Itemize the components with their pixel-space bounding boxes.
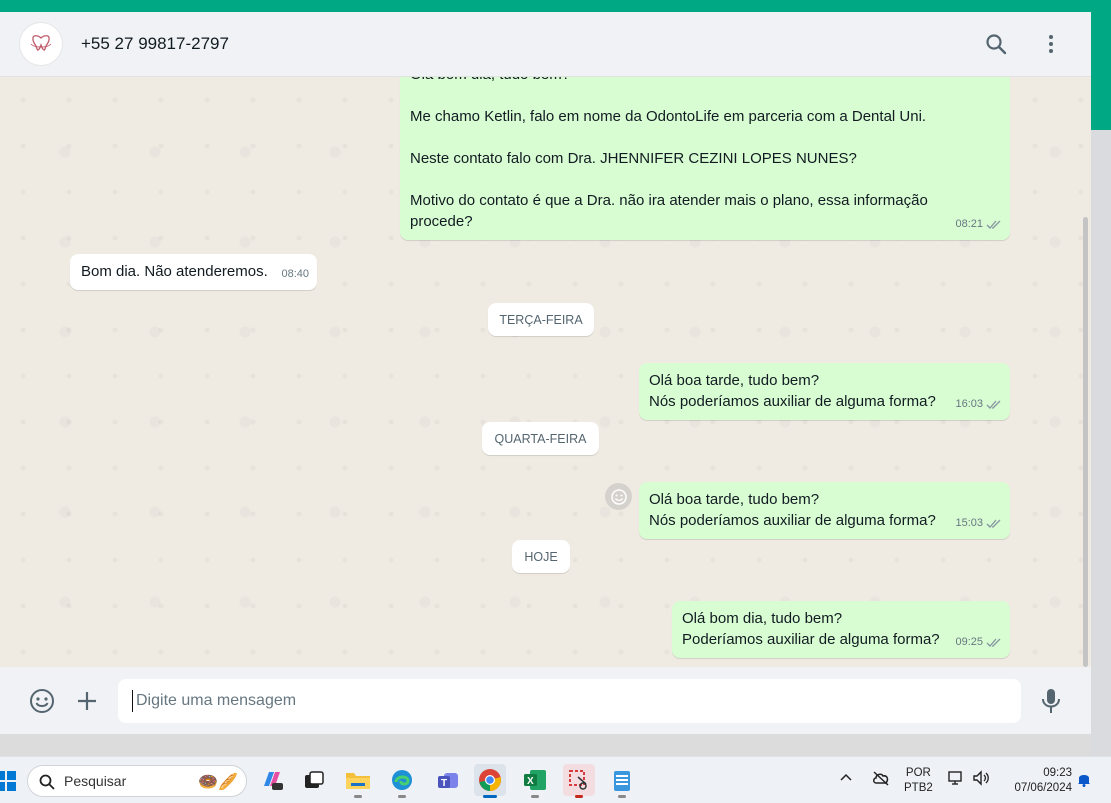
search-icon[interactable] <box>984 32 1008 56</box>
message-text: Nós poderíamos auxiliar de alguma forma? <box>649 393 936 410</box>
taskbar-search-label: Pesquisar <box>64 773 127 789</box>
message-text: procede? <box>410 213 473 230</box>
whatsapp-window: +55 27 99817-2797 Olá bom dia, tudo bem?… <box>0 12 1091 734</box>
chat-header: +55 27 99817-2797 <box>0 12 1091 77</box>
svg-text:T: T <box>441 778 447 789</box>
message-time: 08:21 <box>955 218 983 230</box>
message-meta: 08:21 <box>955 214 1002 235</box>
double-check-icon <box>986 220 1001 229</box>
message-meta: 08:40 <box>281 264 309 285</box>
date-divider: QUARTA-FEIRA <box>482 422 599 455</box>
message-text: Neste contato falo com Dra. JHENNIFER CE… <box>410 150 857 167</box>
message-input[interactable]: Digite uma mensagem <box>118 679 1021 723</box>
avatar[interactable] <box>19 22 63 66</box>
running-indicator <box>531 795 539 798</box>
copilot-icon[interactable] <box>256 764 288 796</box>
clock-date: 07/06/2024 <box>1014 782 1072 794</box>
file-explorer-icon[interactable] <box>342 764 374 798</box>
composer: Digite uma mensagem <box>0 667 1091 734</box>
double-check-icon <box>986 638 1001 647</box>
message-text: Olá bom dia, tudo bem? <box>410 77 570 85</box>
attach-icon[interactable] <box>73 687 101 715</box>
chevron-up-icon[interactable] <box>840 771 852 786</box>
message-outgoing[interactable]: Olá boa tarde, tudo bem? Nós poderíamos … <box>639 363 1010 420</box>
message-list[interactable]: Olá bom dia, tudo bem? Me chamo Ketlin, … <box>0 77 1091 667</box>
message-meta: 15:03 <box>955 513 1002 534</box>
message-text: Nós poderíamos auxiliar de alguma forma? <box>649 512 936 529</box>
message-time: 16:03 <box>955 398 983 410</box>
text-caret <box>132 690 133 712</box>
bell-icon[interactable] <box>1077 771 1091 792</box>
search-icon <box>39 774 55 790</box>
message-time: 08:40 <box>281 268 309 280</box>
chat-scrollbar[interactable] <box>1083 217 1088 667</box>
language-code: POR <box>905 767 931 779</box>
emoji-icon[interactable] <box>28 687 56 715</box>
message-text: Motivo do contato é que a Dra. não ira a… <box>410 192 928 209</box>
date-divider: TERÇA-FEIRA <box>488 303 594 336</box>
keyboard-layout: PTB2 <box>904 782 933 794</box>
notepad-icon[interactable] <box>606 764 638 798</box>
message-time: 09:25 <box>955 636 983 648</box>
message-outgoing[interactable]: Olá bom dia, tudo bem? Me chamo Ketlin, … <box>400 77 1010 240</box>
contact-name[interactable]: +55 27 99817-2797 <box>81 34 229 54</box>
double-check-icon <box>986 400 1001 409</box>
window-side-gutter <box>1091 130 1111 756</box>
message-outgoing[interactable]: Olá bom dia, tudo bem? Poderíamos auxili… <box>672 601 1010 658</box>
message-outgoing[interactable]: Olá boa tarde, tudo bem? Nós poderíamos … <box>639 482 1010 539</box>
double-check-icon <box>986 519 1001 528</box>
volume-icon[interactable] <box>972 770 990 791</box>
chrome-icon[interactable] <box>474 764 506 798</box>
running-indicator <box>575 795 583 798</box>
network-icon[interactable] <box>948 770 966 791</box>
message-time: 15:03 <box>955 517 983 529</box>
excel-icon[interactable]: X <box>519 764 551 798</box>
windows-icon[interactable] <box>0 765 22 797</box>
message-meta: 09:25 <box>955 632 1002 653</box>
taskbar-search[interactable]: Pesquisar 🍩🥖 <box>27 765 247 797</box>
message-incoming[interactable]: Bom dia. Não atenderemos. 08:40 <box>70 254 317 290</box>
running-indicator <box>354 795 362 798</box>
language-indicator[interactable]: POR PTB2 <box>904 766 933 796</box>
svg-text:X: X <box>527 776 534 787</box>
message-text: Olá boa tarde, tudo bem? <box>649 491 820 508</box>
search-highlight-icon: 🍩🥖 <box>198 774 238 791</box>
teams-icon[interactable]: T <box>432 764 464 796</box>
windows-taskbar: Pesquisar 🍩🥖 T X POR PTB2 09:23 07/06/20… <box>0 756 1111 803</box>
running-indicator <box>618 795 626 798</box>
active-indicator <box>483 795 497 798</box>
edge-icon[interactable] <box>386 764 418 798</box>
message-text: Olá bom dia, tudo bem? <box>682 610 843 627</box>
window-accent-bar <box>0 0 1111 12</box>
menu-icon[interactable] <box>1039 32 1063 56</box>
date-divider: HOJE <box>512 540 570 573</box>
message-text: Poderíamos auxiliar de alguma forma? <box>682 631 940 648</box>
message-text: Olá boa tarde, tudo bem? <box>649 372 820 389</box>
clock[interactable]: 09:23 07/06/2024 <box>1004 766 1072 796</box>
mic-icon[interactable] <box>1037 687 1065 715</box>
message-text: Me chamo Ketlin, falo em nome da OdontoL… <box>410 108 927 125</box>
message-input-placeholder: Digite uma mensagem <box>136 692 297 709</box>
window-accent-strip <box>1091 12 1111 130</box>
message-meta: 16:03 <box>955 394 1002 415</box>
cloud-off-icon[interactable] <box>872 770 890 791</box>
message-text: Bom dia. Não atenderemos. <box>81 263 268 280</box>
running-indicator <box>398 795 406 798</box>
snipping-tool-icon[interactable] <box>563 764 595 798</box>
react-icon[interactable] <box>605 483 632 510</box>
tooth-logo-icon <box>30 35 52 51</box>
task-view-icon[interactable] <box>298 764 330 796</box>
clock-time: 09:23 <box>1043 767 1072 779</box>
